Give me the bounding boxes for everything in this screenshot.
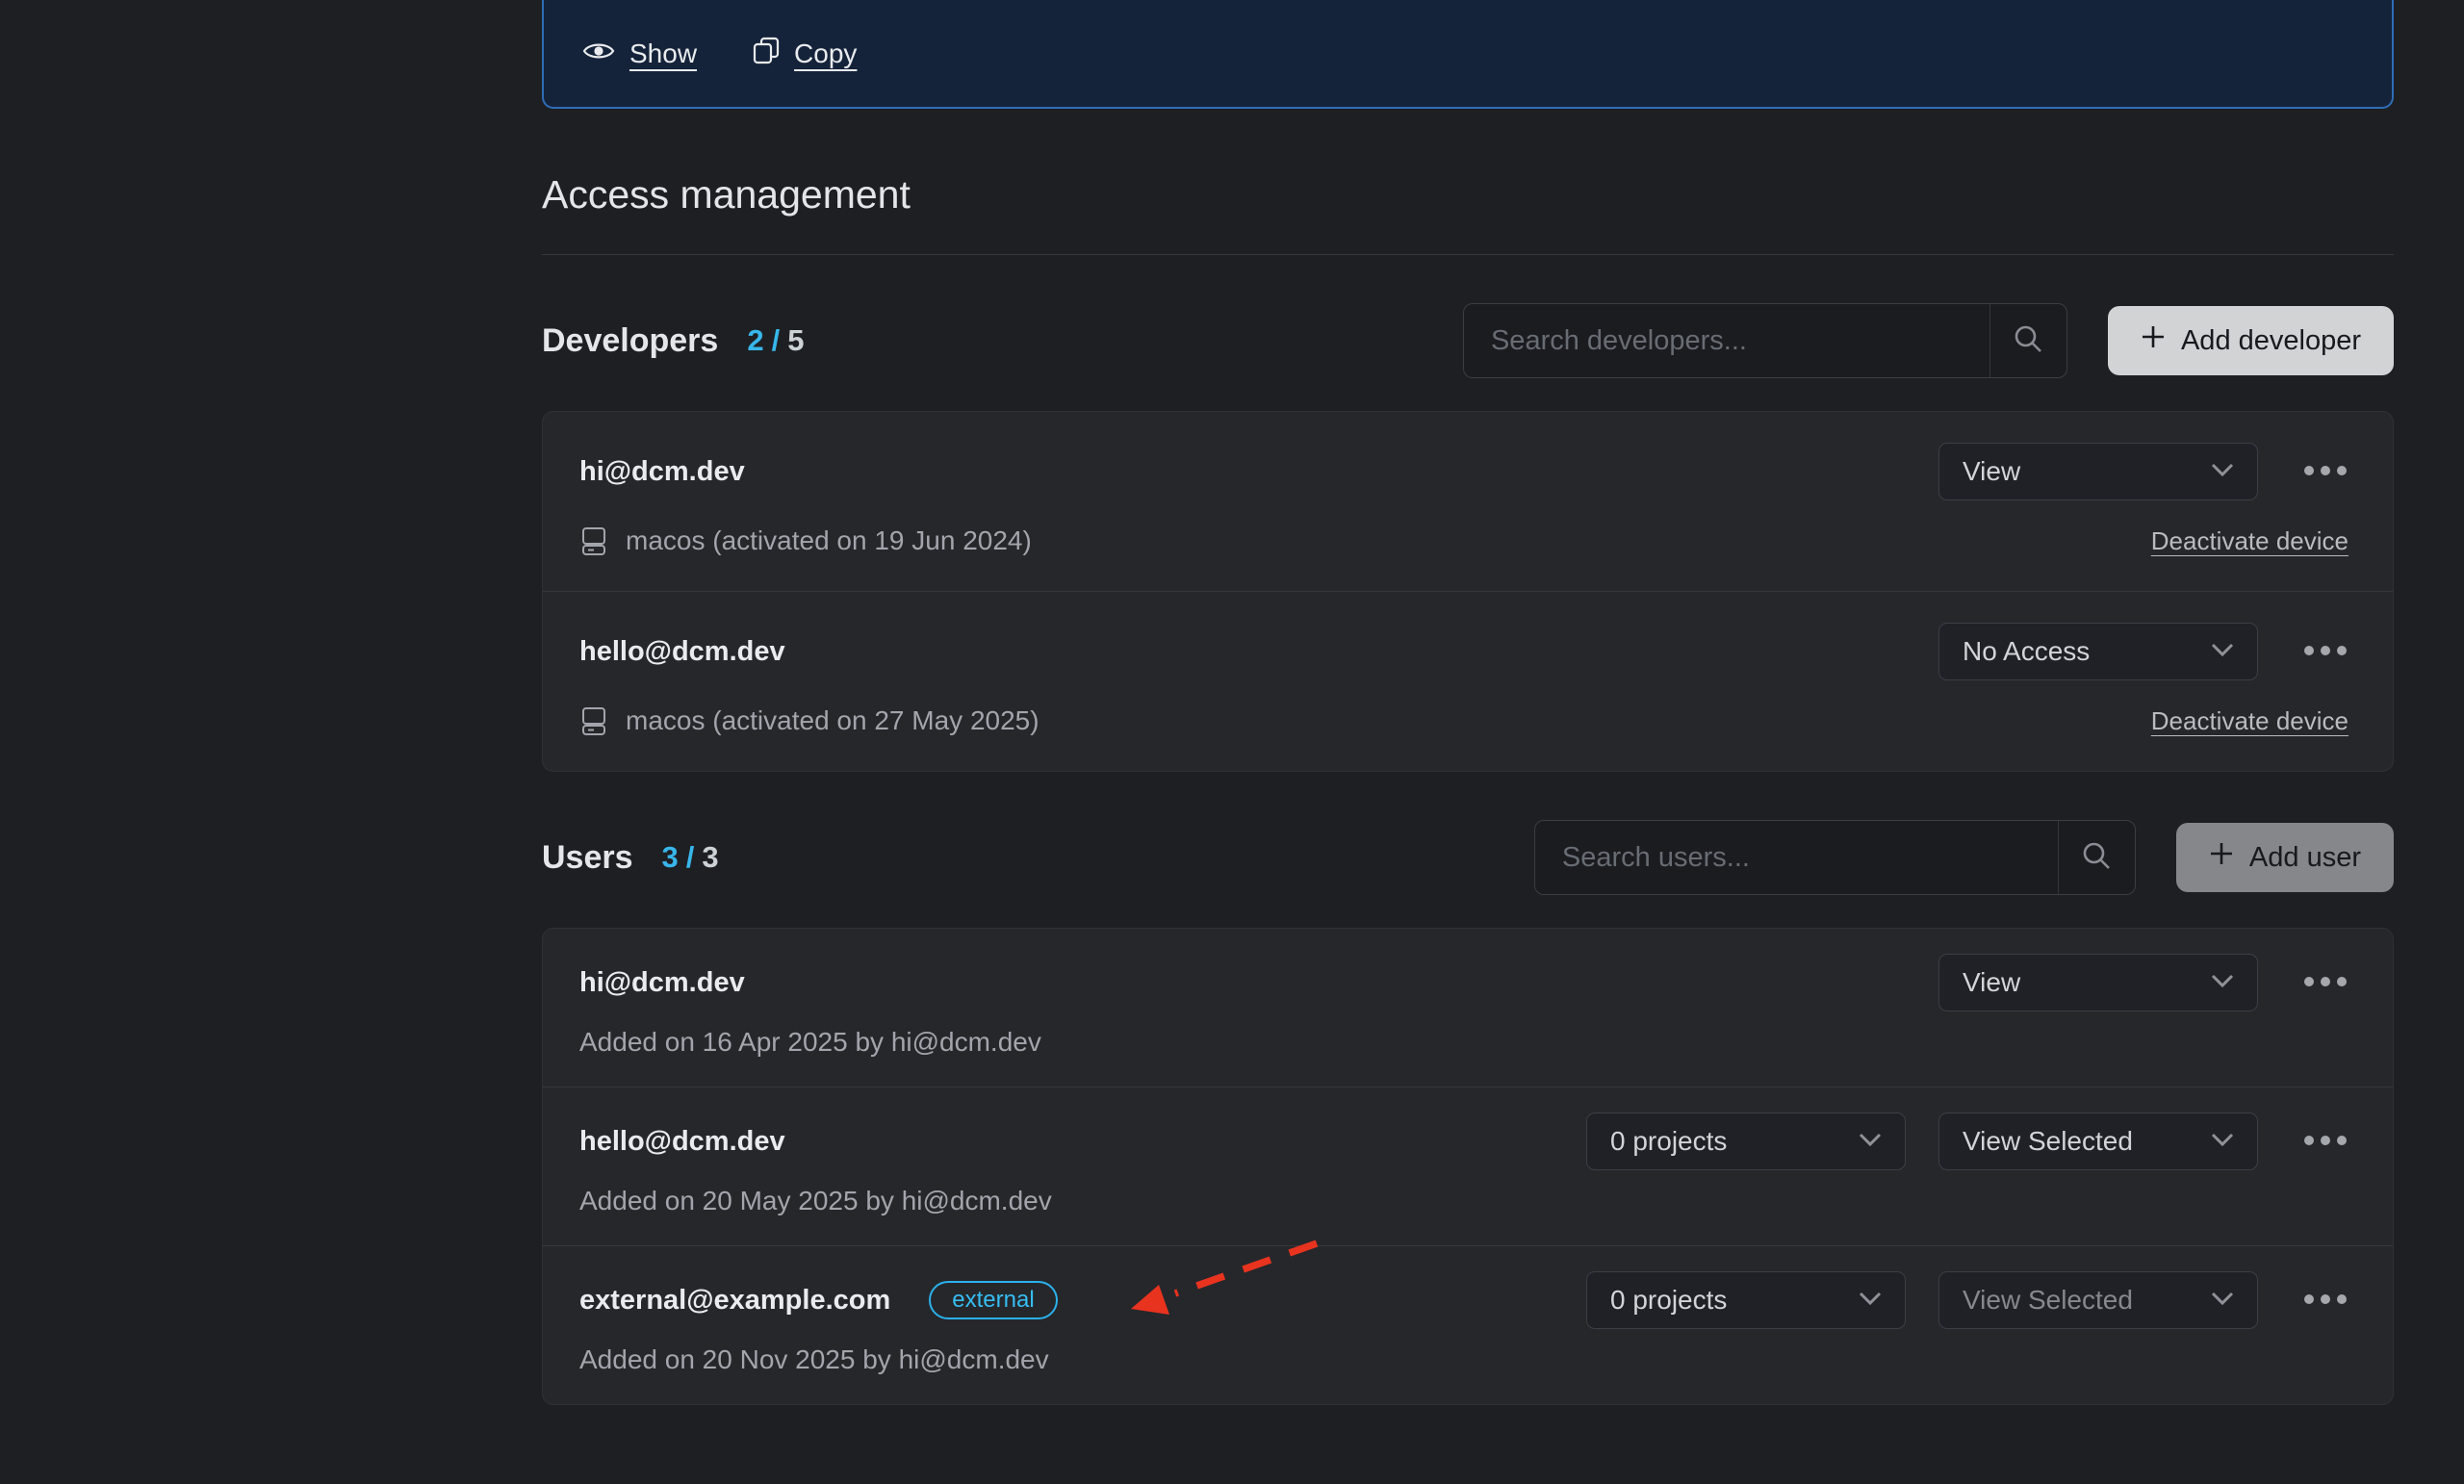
user-email: hi@dcm.dev (579, 967, 745, 999)
copy-icon (753, 37, 780, 70)
device-info: macos (activated on 19 Jun 2024) (626, 525, 1032, 556)
user-access-value: View Selected (1963, 1126, 2211, 1157)
users-search-box (1534, 820, 2136, 895)
plus-icon (2209, 841, 2234, 874)
developer-row: hi@dcm.dev View (543, 412, 2393, 591)
ellipsis-icon (2303, 976, 2348, 990)
user-email: hello@dcm.dev (579, 1126, 785, 1158)
user-email: external@example.com (579, 1285, 890, 1317)
users-card: hi@dcm.dev View Added on 16 Apr 2025 by … (542, 928, 2394, 1405)
access-level-dropdown[interactable]: View (1938, 443, 2258, 500)
row-menu-button[interactable] (2302, 959, 2348, 1006)
deactivate-device-link[interactable]: Deactivate device (2151, 706, 2348, 736)
developers-count: 2/5 (747, 323, 804, 358)
users-search-input[interactable] (1535, 821, 2058, 894)
user-row: hello@dcm.dev 0 projects View Selected (543, 1087, 2393, 1245)
device-info: macos (activated on 27 May 2025) (626, 705, 1040, 736)
copy-license-link[interactable]: Copy (753, 37, 857, 70)
row-menu-button[interactable] (2302, 1118, 2348, 1164)
page-title: Access management (542, 172, 2394, 255)
add-user-button[interactable]: Add user (2176, 823, 2394, 892)
ellipsis-icon (2303, 465, 2348, 479)
copy-license-label: Copy (794, 38, 857, 69)
chevron-down-icon (2211, 1292, 2234, 1310)
developer-row: hello@dcm.dev No Access (543, 591, 2393, 771)
user-access-value: View (1963, 967, 2211, 998)
user-access-dropdown[interactable]: View Selected (1938, 1271, 2258, 1329)
users-title: Users (542, 839, 633, 877)
external-badge: external (929, 1281, 1057, 1319)
chevron-down-icon (2211, 643, 2234, 661)
device-icon (579, 525, 608, 556)
show-license-label: Show (629, 38, 697, 69)
user-added-info: Added on 16 Apr 2025 by hi@dcm.dev (579, 1027, 1041, 1058)
chevron-down-icon (1859, 1292, 1882, 1310)
users-section-header: Users 3/3 Add user (542, 820, 2394, 895)
chevron-down-icon (2211, 974, 2234, 992)
row-menu-button[interactable] (2302, 628, 2348, 675)
access-level-value: No Access (1963, 636, 2211, 667)
ellipsis-icon (2303, 645, 2348, 659)
deactivate-device-link[interactable]: Deactivate device (2151, 526, 2348, 556)
chevron-down-icon (2211, 463, 2234, 481)
ellipsis-icon (2303, 1135, 2348, 1149)
users-search-button[interactable] (2058, 821, 2135, 894)
access-level-value: View (1963, 456, 2211, 487)
main-content: Show Copy Access management Developers 2… (542, 0, 2394, 1405)
developers-search-button[interactable] (1989, 304, 2066, 377)
access-level-dropdown[interactable]: No Access (1938, 623, 2258, 680)
user-added-info: Added on 20 May 2025 by hi@dcm.dev (579, 1186, 1052, 1216)
ellipsis-icon (2303, 1293, 2348, 1308)
user-added-info: Added on 20 Nov 2025 by hi@dcm.dev (579, 1344, 1049, 1375)
row-menu-button[interactable] (2302, 1277, 2348, 1323)
developers-title: Developers (542, 322, 718, 360)
developer-email: hello@dcm.dev (579, 636, 785, 668)
developers-search-input[interactable] (1464, 304, 1989, 377)
row-menu-button[interactable] (2302, 448, 2348, 495)
user-projects-dropdown[interactable]: 0 projects (1586, 1271, 1906, 1329)
eye-icon (582, 38, 615, 68)
users-count: 3/3 (662, 840, 719, 875)
device-icon (579, 705, 608, 736)
search-icon (2081, 840, 2112, 876)
developers-search-box (1463, 303, 2067, 378)
developer-email: hi@dcm.dev (579, 456, 745, 488)
add-developer-label: Add developer (2181, 325, 2361, 357)
user-access-dropdown[interactable]: View (1938, 954, 2258, 1011)
developers-card: hi@dcm.dev View (542, 411, 2394, 772)
user-projects-dropdown[interactable]: 0 projects (1586, 1113, 1906, 1170)
user-access-dropdown[interactable]: View Selected (1938, 1113, 2258, 1170)
user-row-external: external@example.com external 0 projects… (543, 1245, 2393, 1404)
plus-icon (2141, 324, 2166, 357)
chevron-down-icon (1859, 1133, 1882, 1151)
developers-section-header: Developers 2/5 Add developer (542, 303, 2394, 378)
show-license-link[interactable]: Show (582, 38, 697, 69)
user-row: hi@dcm.dev View Added on 16 Apr 2025 by … (543, 929, 2393, 1087)
search-icon (2013, 323, 2043, 359)
chevron-down-icon (2211, 1133, 2234, 1151)
license-key-box: Show Copy (542, 0, 2394, 109)
user-access-value: View Selected (1963, 1285, 2211, 1316)
user-projects-value: 0 projects (1610, 1285, 1859, 1316)
user-projects-value: 0 projects (1610, 1126, 1859, 1157)
add-user-label: Add user (2249, 842, 2361, 874)
add-developer-button[interactable]: Add developer (2108, 306, 2394, 375)
